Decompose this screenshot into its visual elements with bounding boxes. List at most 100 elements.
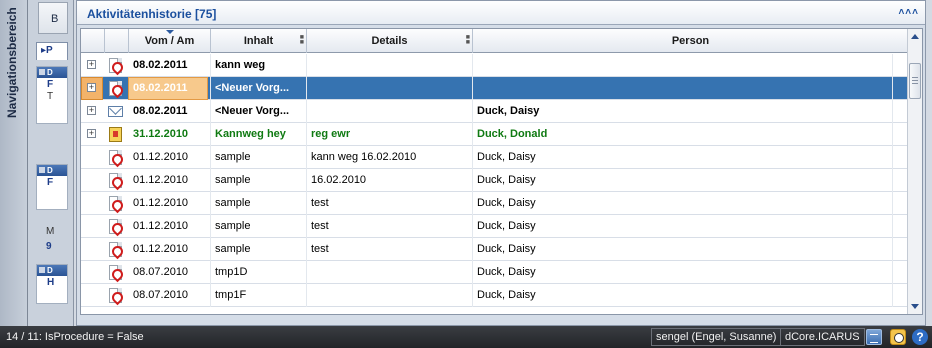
grid-rows: +08.02.2011 kann weg +08.02.2011 <Neuer Vor…: [81, 54, 908, 307]
cell-date: 08.07.2010: [129, 261, 211, 284]
table-row[interactable]: 01.12.2010 sample test Duck, Daisy: [81, 215, 908, 238]
cell-date: 31.12.2010: [129, 123, 211, 146]
cell-details: test: [307, 215, 473, 238]
column-header-icon[interactable]: [105, 29, 129, 53]
grid-header: Vom / Am Inhalt ■ ■ Details ■ ■ Person: [81, 29, 908, 53]
pdf-icon: [109, 265, 122, 280]
navigation-label: Navigationsbereich: [5, 7, 19, 118]
scroll-up-icon[interactable]: [911, 34, 919, 39]
expand-icon[interactable]: +: [87, 60, 96, 69]
column-grip-icon: ■ ■: [465, 34, 470, 46]
activity-grid: Vom / Am Inhalt ■ ■ Details ■ ■ Person +08…: [80, 28, 923, 315]
nav-box-1-header[interactable]: D: [37, 67, 67, 78]
cell-content: tmp1F: [211, 284, 307, 307]
nav-box-2-line[interactable]: F: [37, 176, 67, 188]
column-header-content[interactable]: Inhalt ■ ■: [211, 29, 307, 53]
nav-box-3: M 9: [36, 222, 68, 258]
help-icon[interactable]: ?: [912, 329, 928, 345]
column-header-person[interactable]: Person: [473, 29, 908, 53]
nav-box-2-header-label: D: [47, 166, 53, 175]
column-header-date[interactable]: Vom / Am: [129, 29, 211, 53]
cell-date: 01.12.2010: [129, 146, 211, 169]
vertical-scrollbar[interactable]: [907, 29, 922, 314]
cell-details: [307, 100, 473, 123]
cell-date: 01.12.2010: [129, 169, 211, 192]
cell-content: Kannweg hey: [211, 123, 307, 146]
pdf-icon: [109, 150, 122, 165]
table-row[interactable]: 08.07.2010 tmp1D Duck, Daisy: [81, 261, 908, 284]
navigation-strip[interactable]: Navigationsbereich: [0, 0, 28, 326]
cell-person: Duck, Daisy: [473, 261, 893, 284]
navigation-panel: B ▸P D F T D F M 9 D H: [28, 0, 74, 326]
panel-button[interactable]: B: [38, 2, 68, 34]
collapse-square-icon: [39, 167, 45, 173]
table-row[interactable]: +31.12.2010 Kannweg hey reg ewr Duck, Donal…: [81, 123, 908, 146]
column-header-details-label: Details: [371, 35, 408, 47]
cell-content: tmp1D: [211, 261, 307, 284]
cell-content: sample: [211, 146, 307, 169]
nav-box-2: D F: [36, 164, 68, 210]
table-row[interactable]: 08.07.2010 tmp1F Duck, Daisy: [81, 284, 908, 307]
collapse-square-icon: [39, 267, 45, 273]
activity-history-pane: Aktivitätenhistorie [75] ˄˄˄ Vom / Am In…: [76, 0, 926, 326]
scroll-down-icon[interactable]: [911, 304, 919, 309]
cell-person: Duck, Daisy: [473, 192, 893, 215]
nav-box-4: D H: [36, 264, 68, 304]
table-row[interactable]: 01.12.2010 sample kann weg 16.02.2010 Duck,…: [81, 146, 908, 169]
cell-content: sample: [211, 215, 307, 238]
sort-descending-icon: [165, 30, 174, 34]
nav-box-1: D F T: [36, 66, 68, 124]
collapse-icon[interactable]: ˄˄˄: [898, 7, 919, 18]
cell-content: <Neuer Vorg...: [211, 77, 307, 100]
cell-person: Duck, Daisy: [473, 169, 893, 192]
cell-details: [307, 77, 473, 100]
cell-details: test: [307, 238, 473, 261]
task-icon: [109, 127, 122, 142]
table-row[interactable]: 01.12.2010 sample test Duck, Daisy: [81, 192, 908, 215]
nav-box-3-line[interactable]: 9: [36, 237, 68, 252]
cell-person: [473, 77, 893, 100]
nav-box-2-header[interactable]: D: [37, 165, 67, 176]
cell-date: 08.07.2010: [129, 284, 211, 307]
scrollbar-thumb[interactable]: [909, 63, 921, 99]
column-header-expand[interactable]: [81, 29, 105, 53]
mail-icon: [108, 106, 123, 117]
column-header-details[interactable]: Details ■ ■: [307, 29, 473, 53]
panel-tab[interactable]: ▸P: [36, 42, 68, 60]
cell-content: kann weg: [211, 54, 307, 77]
pdf-icon: [109, 288, 122, 303]
cell-person: Duck, Daisy: [473, 284, 893, 307]
cell-details: test: [307, 192, 473, 215]
cell-person: Duck, Donald: [473, 123, 893, 146]
status-bar: 14 / 11: IsProcedure = False sengel (Eng…: [0, 326, 932, 348]
pdf-icon: [109, 219, 122, 234]
table-row[interactable]: +08.02.2011 <Neuer Vorg...: [81, 77, 908, 100]
cell-person: [473, 54, 893, 77]
pdf-icon: [109, 58, 122, 73]
expand-icon[interactable]: +: [87, 106, 96, 115]
cell-person: Duck, Daisy: [473, 215, 893, 238]
nav-box-1-line[interactable]: F: [37, 78, 67, 90]
cell-date: 01.12.2010: [129, 215, 211, 238]
clock-icon[interactable]: [890, 329, 906, 345]
nav-box-1-line: T: [47, 91, 54, 102]
cell-details: 16.02.2010: [307, 169, 473, 192]
table-row[interactable]: +08.02.2011 <Neuer Vorg... Duck, Daisy: [81, 100, 908, 123]
expand-icon[interactable]: +: [87, 83, 96, 92]
table-row[interactable]: +08.02.2011 kann weg: [81, 54, 908, 77]
table-row[interactable]: 01.12.2010 sample 16.02.2010 Duck, Daisy: [81, 169, 908, 192]
cell-details: [307, 54, 473, 77]
expand-icon[interactable]: +: [87, 129, 96, 138]
nav-box-4-header[interactable]: D: [37, 265, 67, 276]
nav-box-4-line[interactable]: H: [37, 276, 67, 288]
cell-details: [307, 284, 473, 307]
pane-titlebar: Aktivitätenhistorie [75] ˄˄˄: [77, 1, 925, 25]
database-icon[interactable]: [866, 329, 882, 345]
cell-details: kann weg 16.02.2010: [307, 146, 473, 169]
cell-person: Duck, Daisy: [473, 238, 893, 261]
collapse-square-icon: [39, 69, 45, 75]
cell-details: [307, 261, 473, 284]
cell-details: reg ewr: [307, 123, 473, 146]
column-grip-icon: ■ ■: [299, 34, 304, 46]
table-row[interactable]: 01.12.2010 sample test Duck, Daisy: [81, 238, 908, 261]
